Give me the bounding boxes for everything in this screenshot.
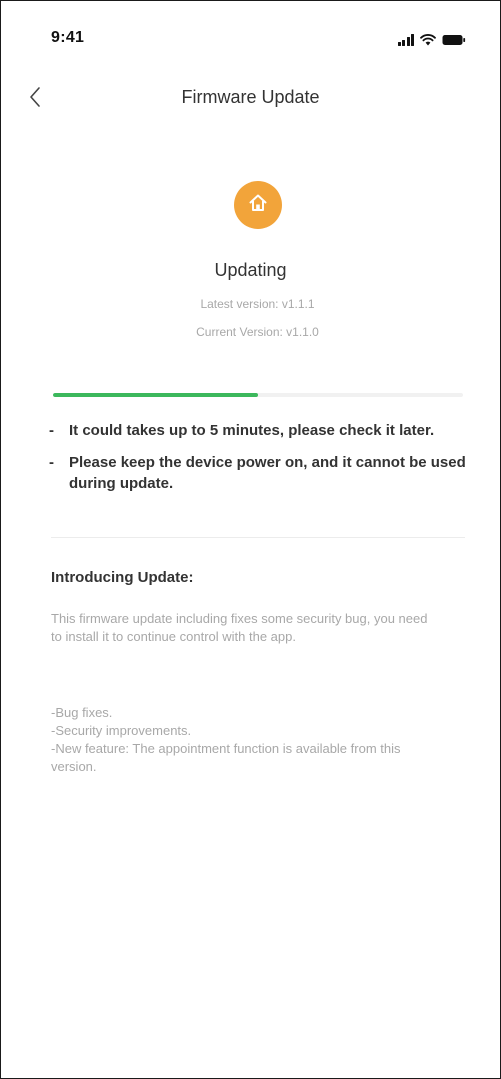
- note-dash: -: [49, 454, 54, 471]
- divider: [51, 537, 465, 538]
- note-item: - It could takes up to 5 minutes, please…: [49, 420, 474, 441]
- status-time: 9:41: [51, 29, 85, 46]
- note-dash: -: [49, 422, 54, 439]
- intro-heading: Introducing Update:: [51, 569, 194, 586]
- intro-body: This firmware update including fixes som…: [51, 611, 428, 644]
- page-title: Firmware Update: [181, 87, 320, 107]
- update-status: Updating: [214, 260, 287, 280]
- note-text: Please keep the device power on, and it …: [69, 454, 466, 492]
- device-badge: [234, 181, 282, 229]
- nav-bar: Firmware Update: [1, 79, 500, 119]
- latest-version: Latest version: v1.1.1: [200, 297, 315, 311]
- intro-list-item: -Bug fixes.: [51, 705, 113, 720]
- battery-icon: [442, 34, 466, 46]
- firmware-update-screen: 9:41 Firmware Update Updating Latest ver…: [0, 0, 501, 1079]
- intro-list-item: -Security improvements.: [51, 723, 192, 738]
- status-icons: [397, 32, 467, 46]
- note-item: - Please keep the device power on, and i…: [49, 452, 474, 494]
- progress-bar: [53, 393, 463, 397]
- home-icon: [247, 192, 269, 219]
- update-notes: - It could takes up to 5 minutes, please…: [49, 420, 474, 505]
- progress-fill: [53, 393, 258, 397]
- status-bar: 9:41: [1, 29, 500, 51]
- intro-list-item: -New feature: The appointment function i…: [51, 741, 401, 774]
- note-text: It could takes up to 5 minutes, please c…: [69, 422, 435, 439]
- signal-icon: [397, 34, 414, 46]
- current-version: Current Version: v1.1.0: [196, 325, 319, 339]
- wifi-icon: [420, 34, 436, 46]
- intro-list: -Bug fixes. -Security improvements. -New…: [51, 704, 431, 776]
